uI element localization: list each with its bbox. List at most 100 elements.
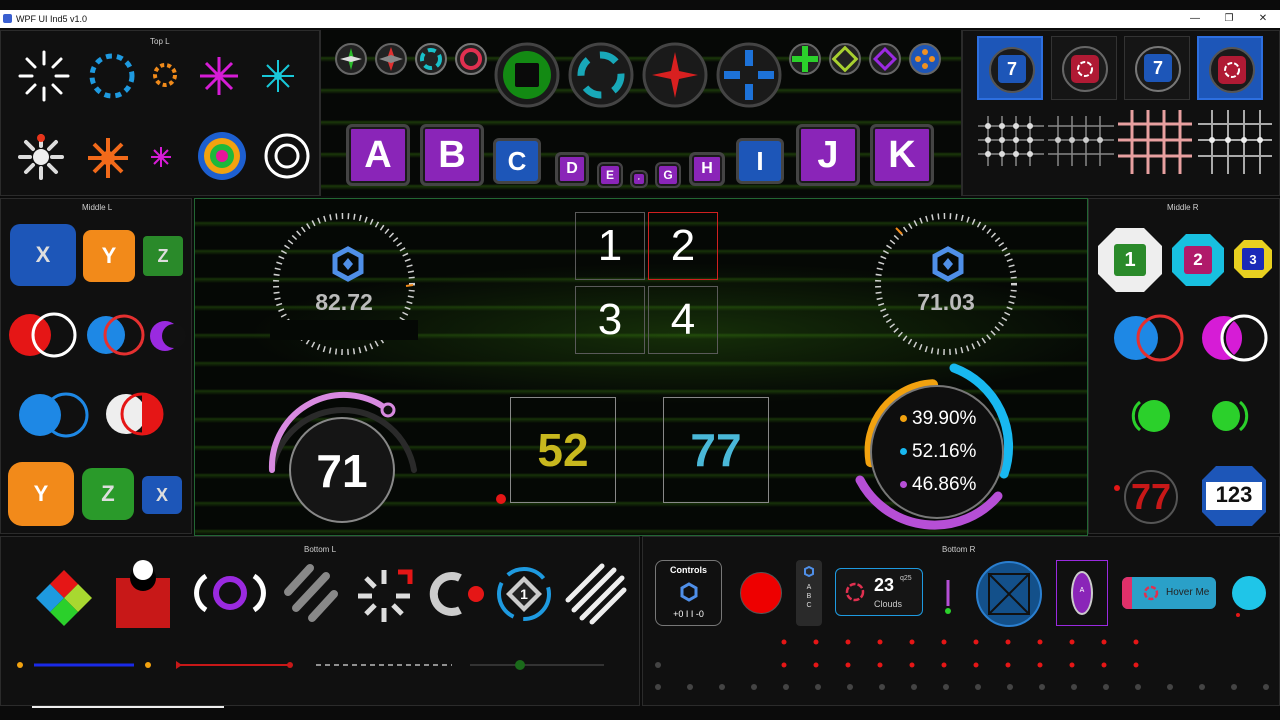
- dot-grid-white-2-icon: [1048, 116, 1114, 166]
- pill-green-1-icon: [1131, 400, 1170, 432]
- dial-ticks-right: [875, 213, 1017, 355]
- stripes-gray-icon: [284, 564, 338, 622]
- dpad-lime-icon: [829, 43, 861, 75]
- dpad-green-icon: [789, 43, 821, 75]
- grid-cell-2[interactable]: 2: [648, 212, 718, 280]
- app-icon: [3, 14, 12, 23]
- red-small-dot: [1114, 485, 1120, 491]
- tile-y-orange[interactable]: Y: [83, 230, 135, 282]
- letter-tile-f[interactable]: F: [630, 170, 648, 188]
- dpad-purple-icon: [869, 43, 901, 75]
- maximize-button[interactable]: ❐: [1212, 10, 1246, 28]
- grid-cell-1[interactable]: 1: [575, 212, 645, 280]
- record-button[interactable]: [740, 572, 782, 614]
- tile-x-blue[interactable]: X: [10, 224, 76, 286]
- letter-tile-j[interactable]: J: [796, 124, 860, 186]
- vertical-abc-bar[interactable]: A B C: [796, 560, 822, 626]
- compass-pink-icon: [455, 43, 487, 75]
- octagon-yellow-label: 3: [1249, 251, 1257, 267]
- donut-value-2: 52.16%: [900, 441, 976, 463]
- donut-value-1: 39.90%: [900, 408, 976, 430]
- tile-z-green-2[interactable]: Z: [82, 468, 134, 520]
- badge-seven-label-2: 7: [1144, 54, 1172, 82]
- pipe-indicator-icon: [945, 580, 951, 614]
- weather-card[interactable]: 23 q25 Clouds: [835, 568, 923, 616]
- pill-green-2-icon: [1212, 400, 1249, 432]
- overlap-circles-purple-icon: [150, 321, 186, 351]
- letter-tile-g[interactable]: G: [655, 162, 681, 188]
- letter-tile-k[interactable]: K: [870, 124, 934, 186]
- panel-label-top-left: Top L: [150, 37, 170, 46]
- controls-logo-icon: [680, 582, 698, 602]
- grid-gray-icon: [1198, 110, 1272, 174]
- hover-me-button[interactable]: Hover Me: [1122, 577, 1216, 609]
- star-burst-magenta-icon: [200, 57, 238, 95]
- letter-tile-i[interactable]: I: [736, 138, 784, 184]
- grid-pink-icon: [1118, 110, 1192, 174]
- envelope-x-icon[interactable]: [974, 560, 1044, 628]
- dot-grid-white-1-icon: [978, 116, 1044, 166]
- app-logo-2-icon: [932, 246, 964, 282]
- target-icon: [198, 132, 246, 180]
- dial-value-right: 71.03: [917, 289, 975, 315]
- joystick-green-icon: [494, 42, 560, 108]
- tile-y-orange-2[interactable]: Y: [8, 462, 74, 526]
- grid-cell-3[interactable]: 3: [575, 286, 645, 354]
- tile-z-green[interactable]: Z: [143, 236, 183, 276]
- ring-brackets-purple-icon: [194, 573, 266, 613]
- spinner-dots-icon: [153, 63, 177, 87]
- diamond-color-icon: [36, 570, 92, 626]
- tile-x-blue-2[interactable]: X: [142, 476, 182, 514]
- pill-a-card[interactable]: A: [1056, 560, 1108, 626]
- chatgpt-tile-2[interactable]: [1197, 36, 1263, 100]
- donut-value-3-text: 46.86%: [912, 474, 977, 495]
- chatgpt-logo-2-icon: [1218, 56, 1246, 84]
- joystick-red-star-icon: [642, 42, 708, 108]
- letter-tile-b[interactable]: B: [420, 124, 484, 186]
- hover-openai-icon: [1143, 585, 1159, 601]
- dot-matrix: [655, 639, 1269, 690]
- cyan-circle-button[interactable]: [1232, 576, 1266, 610]
- progress-lines: [17, 660, 604, 670]
- overlap-circles-red-1-icon: [9, 312, 77, 358]
- badge-seven-tile-2[interactable]: 7: [1124, 36, 1190, 100]
- tiny-red-dot: [1236, 613, 1240, 617]
- badge-123-text: 123: [1215, 482, 1253, 507]
- vertical-letter-a: A: [806, 584, 812, 591]
- minimize-button[interactable]: —: [1178, 10, 1212, 28]
- joystick-teal-icon: [568, 42, 634, 108]
- letter-tile-a[interactable]: A: [346, 124, 410, 186]
- pill-a-label: A: [1079, 587, 1085, 594]
- diamond-badge-icon: 1: [497, 567, 551, 621]
- panel-label-middle-right: Middle R: [1167, 203, 1199, 212]
- dot-purple-icon: [900, 481, 907, 489]
- compass-cyan-icon: [415, 43, 447, 75]
- star-burst-cyan-icon: [262, 60, 294, 92]
- weather-label: Clouds: [874, 599, 903, 609]
- dot-orange-icon: [900, 415, 907, 423]
- vertical-letter-b: B: [806, 593, 812, 600]
- value-square-cyan: 77: [663, 397, 769, 503]
- letter-tile-d[interactable]: D: [555, 152, 589, 186]
- joystick-blue-icon: [716, 42, 782, 108]
- openai-logo-icon: [845, 582, 865, 602]
- chatgpt-tile-1[interactable]: [1051, 36, 1117, 100]
- donut-value-2-text: 52.16%: [912, 441, 977, 462]
- dpad-orange-icon: [909, 43, 941, 75]
- badge-seven-tile-1[interactable]: 7: [977, 36, 1043, 100]
- app-logo-icon: [332, 246, 364, 282]
- letter-tile-h[interactable]: H: [689, 152, 725, 186]
- spinner-dashes-icon: [89, 53, 135, 99]
- grid-cell-4[interactable]: 4: [648, 286, 718, 354]
- ring-target-white-icon: [264, 133, 310, 179]
- panel-label-middle-left: Middle L: [82, 203, 113, 212]
- panel-label-bottom-right: Bottom R: [942, 545, 976, 554]
- controls-value: +0 I I -0: [673, 609, 704, 619]
- letter-tile-e[interactable]: E: [597, 162, 623, 188]
- letter-tile-c[interactable]: C: [493, 138, 541, 184]
- overlap-circles-magenta-icon: [1202, 314, 1268, 362]
- controls-card[interactable]: Controls +0 I I -0: [655, 560, 722, 626]
- window-titlebar: WPF UI Ind5 v1.0 — ❐ ✕: [0, 10, 1280, 28]
- donut-value-1-text: 39.90%: [912, 408, 977, 429]
- close-button[interactable]: ✕: [1246, 10, 1280, 28]
